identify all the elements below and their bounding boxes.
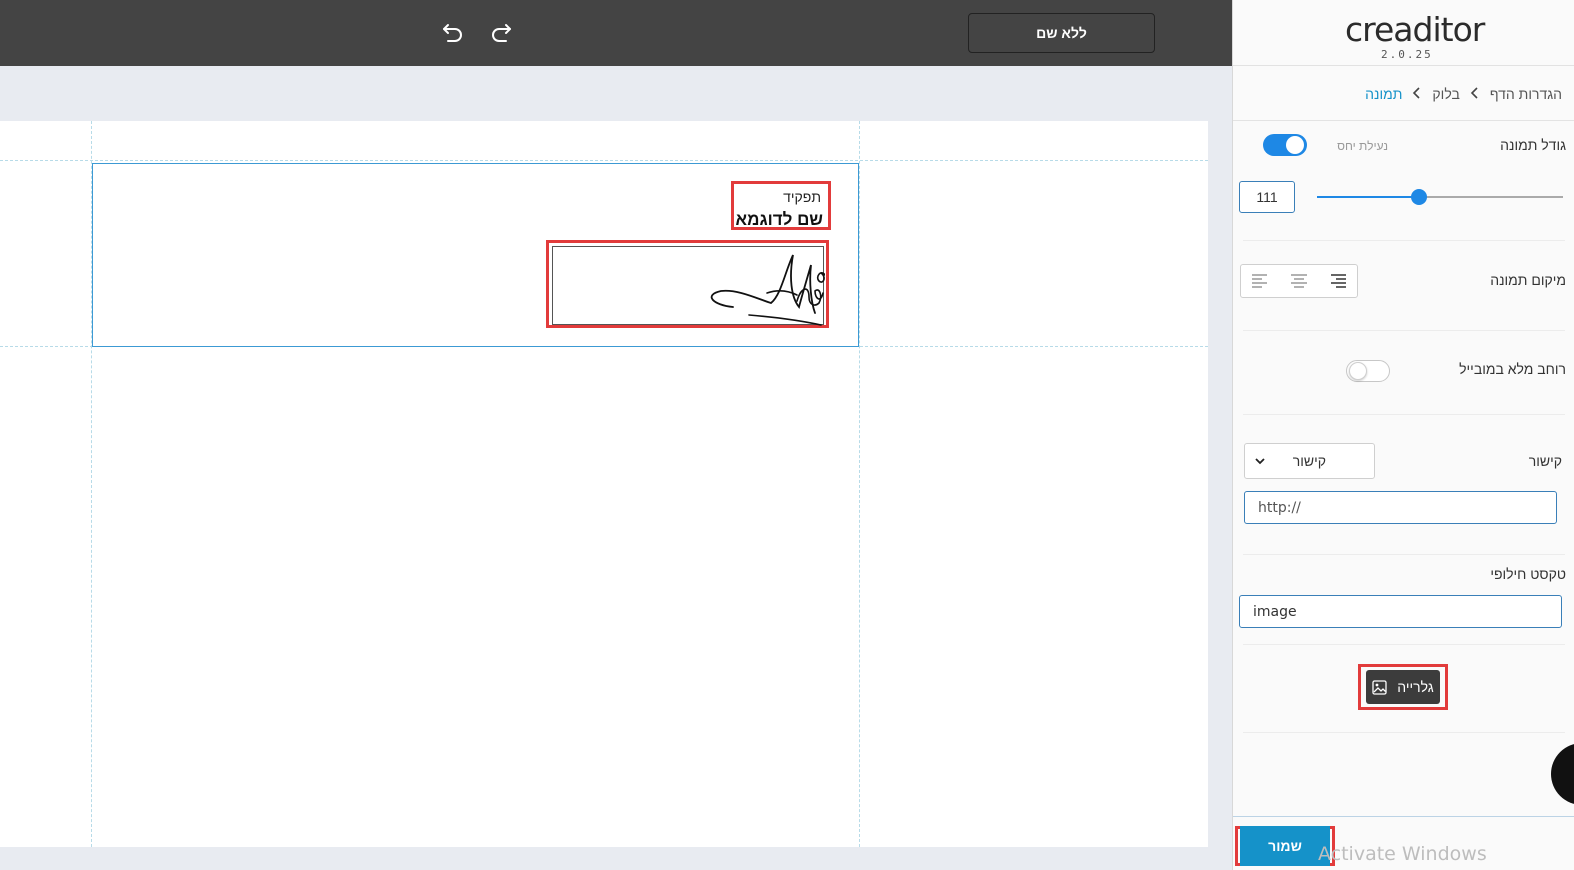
align-left-icon [1252, 274, 1268, 288]
activate-windows-watermark: Activate Windows [1318, 843, 1487, 865]
name-text[interactable]: שם לדוגמא [736, 210, 823, 230]
signature-image[interactable] [552, 246, 826, 326]
align-center-icon [1291, 274, 1307, 288]
signature-block[interactable]: תפקיד שם לדוגמא [92, 163, 859, 347]
divider [1233, 120, 1574, 121]
role-text[interactable]: תפקיד [783, 189, 821, 205]
mobile-full-width-label: רוחב מלא במובייל [1459, 361, 1566, 377]
image-highlight [546, 240, 829, 328]
guide-line [859, 121, 860, 847]
save-button[interactable]: שמור [1240, 826, 1330, 866]
lock-ratio-label: נעילת יחס [1337, 139, 1388, 153]
gallery-label: גלרייה [1397, 679, 1434, 695]
align-right-icon [1330, 274, 1346, 288]
alt-text-input[interactable]: image [1239, 595, 1562, 628]
gallery-button[interactable]: גלרייה [1366, 670, 1440, 704]
document-title-field[interactable]: ללא שם [968, 13, 1155, 53]
text-highlight: תפקיד שם לדוגמא [731, 181, 831, 230]
image-position-label: מיקום תמונה [1490, 272, 1566, 288]
image-size-label: גודל תמונה [1500, 137, 1566, 153]
link-label: קישור [1528, 453, 1562, 469]
align-left-button[interactable] [1241, 265, 1280, 297]
divider [1243, 330, 1565, 331]
mobile-full-width-toggle[interactable] [1346, 360, 1390, 382]
breadcrumb: הגדרות הדף בלוק תמונה [1365, 84, 1562, 104]
chevron-left-icon [1470, 86, 1480, 102]
top-toolbar: ללא שם [0, 0, 1232, 66]
chevron-left-icon [1412, 86, 1422, 102]
footer-divider [1233, 816, 1574, 817]
chevron-down-icon [1255, 458, 1265, 465]
redo-button[interactable] [484, 16, 518, 50]
breadcrumb-image[interactable]: תמונה [1365, 86, 1402, 102]
divider [1243, 644, 1565, 645]
image-size-input[interactable]: 111 [1239, 181, 1295, 213]
image-size-slider-thumb[interactable] [1411, 189, 1427, 205]
guide-line [0, 160, 1208, 161]
breadcrumb-page-settings[interactable]: הגדרות הדף [1490, 86, 1562, 102]
alt-text-label: טקסט חילופי [1490, 566, 1566, 582]
redo-icon [492, 24, 511, 42]
link-type-select[interactable]: קישור [1244, 443, 1375, 479]
align-center-button[interactable] [1280, 265, 1319, 297]
breadcrumb-block[interactable]: בלוק [1432, 86, 1459, 102]
gallery-highlight: גלרייה [1358, 664, 1448, 710]
divider [1243, 240, 1565, 241]
divider [1243, 414, 1565, 415]
signature-icon [710, 254, 826, 326]
undo-button[interactable] [436, 16, 470, 50]
lock-ratio-toggle[interactable] [1263, 134, 1307, 156]
version-label: 2.0.25 [1381, 48, 1433, 61]
link-url-input[interactable]: http:// [1244, 491, 1557, 524]
link-type-value: קישור [1292, 453, 1326, 469]
editor-canvas: תפקיד שם לדוגמא [0, 121, 1208, 847]
image-position-group [1240, 264, 1358, 298]
divider [1243, 732, 1565, 733]
image-size-slider-fill [1317, 196, 1419, 198]
undo-icon [443, 24, 462, 42]
align-right-button[interactable] [1318, 265, 1357, 297]
divider [1243, 554, 1565, 555]
logo-header: creaditor 2.0.25 [1233, 0, 1574, 66]
properties-panel: creaditor 2.0.25 הגדרות הדף בלוק תמונה ג… [1232, 0, 1574, 870]
creaditor-logo: creaditor [1345, 10, 1485, 49]
image-icon [1372, 679, 1387, 695]
